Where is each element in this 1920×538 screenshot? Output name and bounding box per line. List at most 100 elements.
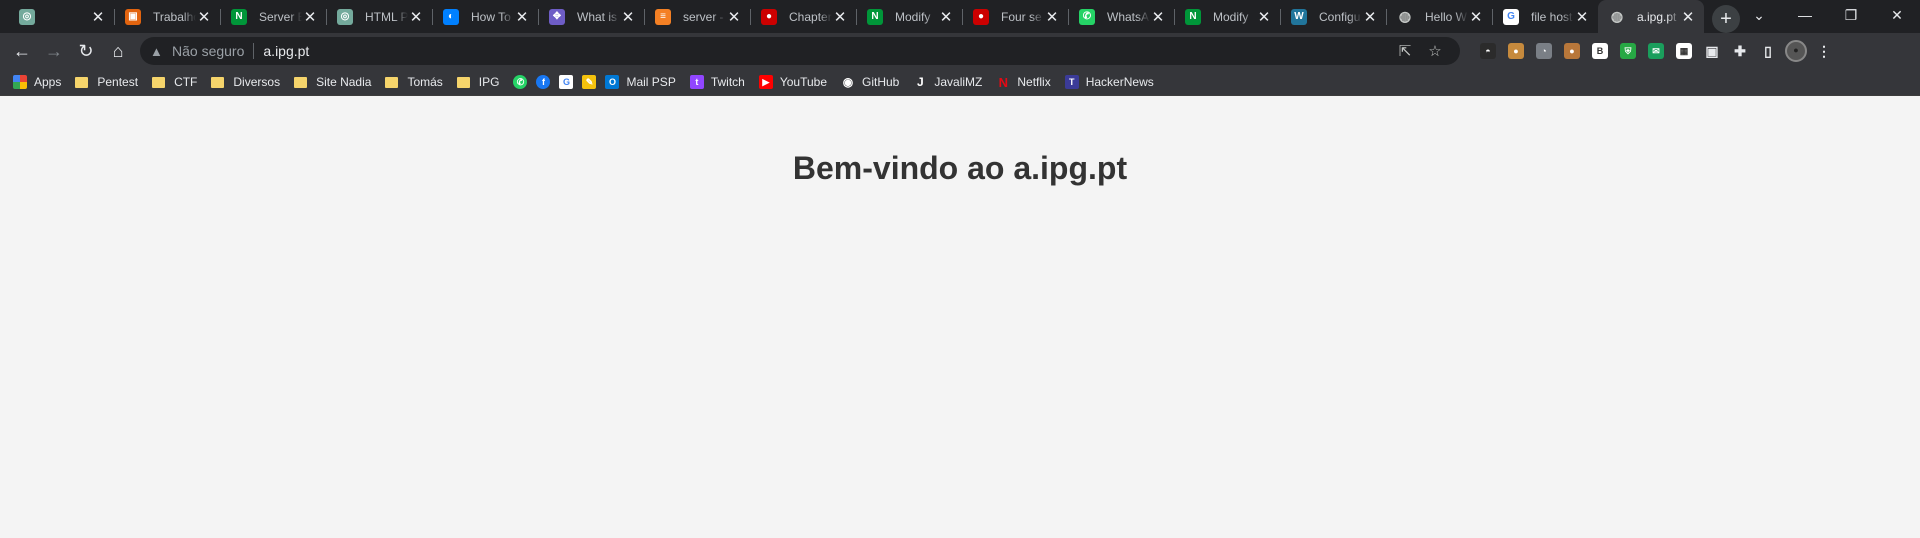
pencil-icon: ✎ — [582, 75, 597, 89]
reload-button[interactable]: ↻ — [70, 35, 102, 67]
browser-chrome: ◎ ✕ ▣ Trabalho ✕ N Server B ✕ ◎ HTML P ✕ ◐ How To ✕ ✥ W… — [0, 0, 1920, 96]
sidepanel-icon[interactable]: ▯ — [1754, 37, 1782, 65]
tab[interactable]: N Server B ✕ — [220, 0, 326, 33]
avatar-icon[interactable]: ● — [1782, 37, 1810, 65]
hat-extension-icon-glyph: ◓ — [1480, 43, 1496, 59]
close-tab-icon[interactable]: ✕ — [726, 8, 742, 26]
tab[interactable]: N Modify ✕ — [1174, 0, 1280, 33]
bookmark-label: IPG — [478, 75, 500, 89]
bookmark-javali[interactable]: J JavaliMZ — [913, 75, 982, 89]
tab-active[interactable]: ◍ a.ipg.pt ✕ — [1598, 0, 1704, 33]
cookie-extension-icon[interactable]: ● — [1502, 37, 1530, 65]
close-window-button[interactable]: ✕ — [1874, 0, 1920, 30]
bookmark-whatsapp[interactable]: ✆ — [513, 75, 528, 89]
bookmark-label: Netflix — [1017, 75, 1051, 89]
bookmark-apps[interactable]: Apps — [13, 75, 61, 89]
tab[interactable]: ◐ How To ✕ — [432, 0, 538, 33]
tab[interactable]: ● Four se ✕ — [962, 0, 1068, 33]
close-tab-icon[interactable]: ✕ — [1574, 8, 1590, 26]
wordpress-icon: W — [1291, 8, 1307, 25]
bookmark-folder[interactable]: Tomás — [385, 75, 443, 89]
bookmark-label: Apps — [34, 75, 62, 89]
close-tab-icon[interactable]: ✕ — [1150, 8, 1166, 26]
bookmark-outlook[interactable]: O Mail PSP — [605, 75, 676, 89]
bookmark-folder[interactable]: IPG — [456, 75, 500, 89]
netflix-icon: N — [998, 74, 1009, 90]
tab-list: ◎ ✕ ▣ Trabalho ✕ N Server B ✕ ◎ HTML P ✕ ◐ How To ✕ ✥ W… — [0, 0, 1704, 33]
b-extension-icon[interactable]: B — [1586, 37, 1614, 65]
bookmark-hackernews[interactable]: T HackerNews — [1064, 75, 1154, 89]
bookmark-facebook[interactable]: f — [536, 75, 551, 89]
close-tab-icon[interactable]: ✕ — [938, 8, 954, 26]
puzzle-extension-icon[interactable]: ✚ — [1726, 37, 1754, 65]
bookmark-youtube[interactable]: ▶ YouTube — [758, 75, 827, 89]
bookmark-pencil[interactable]: ✎ — [582, 75, 597, 89]
bookmark-netflix[interactable]: N Netflix — [996, 74, 1051, 90]
gauge-extension-icon[interactable]: ◔ — [1530, 37, 1558, 65]
close-tab-icon[interactable]: ✕ — [1044, 8, 1060, 26]
address-bar[interactable]: ▲ Não seguro a.ipg.pt ⇱ ☆ — [140, 37, 1460, 65]
tab[interactable]: ✥ What is ✕ — [538, 0, 644, 33]
close-tab-icon[interactable]: ✕ — [1468, 8, 1484, 26]
restore-button[interactable]: ❐ — [1828, 0, 1874, 30]
close-tab-icon[interactable]: ✕ — [302, 8, 318, 26]
menu-kebab-icon-glyph: ⋮ — [1817, 43, 1831, 59]
url-text[interactable]: a.ipg.pt — [263, 43, 309, 59]
page-heading: Bem-vindo ao a.ipg.pt — [792, 150, 1128, 186]
tabs-extension-icon[interactable]: ▣ — [1698, 37, 1726, 65]
globe-icon: ◍ — [1610, 8, 1624, 24]
cookie-extension-icon-glyph: ● — [1508, 43, 1524, 59]
bookmark-folder[interactable]: Diversos — [211, 75, 280, 89]
menu-kebab-icon[interactable]: ⋮ — [1810, 37, 1838, 65]
tab[interactable]: ▣ Trabalho ✕ — [114, 0, 220, 33]
hat-extension-icon[interactable]: ◓ — [1474, 37, 1502, 65]
back-button[interactable]: ← — [6, 35, 38, 67]
tab[interactable]: W Configu ✕ — [1280, 0, 1386, 33]
bookmark-github[interactable]: ◉ GitHub — [841, 75, 900, 89]
bookmark-folder[interactable]: CTF — [152, 75, 197, 89]
calendar-extension-icon[interactable]: ▦ — [1670, 37, 1698, 65]
close-tab-icon[interactable]: ✕ — [514, 8, 530, 26]
close-tab-icon[interactable]: ✕ — [196, 8, 212, 26]
tab[interactable]: ≡ server - ✕ — [644, 0, 750, 33]
bookmark-folder[interactable]: Pentest — [75, 75, 138, 89]
mail-extension-icon[interactable]: ✉ — [1642, 37, 1670, 65]
ticket-icon: ▣ — [125, 8, 141, 25]
outlook-icon: O — [605, 75, 620, 89]
close-tab-icon[interactable]: ✕ — [1256, 8, 1272, 26]
bookmark-google[interactable]: G — [559, 75, 574, 89]
tab[interactable]: N Modify ✕ — [856, 0, 962, 33]
tab-search-icon[interactable]: ⌄ — [1736, 0, 1782, 30]
bookmark-star-icon[interactable]: ☆ — [1420, 42, 1450, 60]
tab[interactable]: ◎ ✕ — [8, 0, 114, 33]
forward-button[interactable]: → — [38, 35, 70, 67]
bookmark-twitch[interactable]: t Twitch — [689, 75, 745, 89]
cookie2-extension-icon[interactable]: ● — [1558, 37, 1586, 65]
close-tab-icon[interactable]: ✕ — [408, 8, 424, 26]
nginx-icon: N — [231, 8, 247, 25]
home-button[interactable]: ⌂ — [102, 35, 134, 67]
tab-title: Server B — [259, 9, 302, 24]
close-tab-icon[interactable]: ✕ — [832, 8, 848, 26]
javali-icon: J — [917, 75, 924, 89]
bookmark-folder[interactable]: Site Nadia — [294, 75, 371, 89]
warning-icon[interactable]: ▲ — [150, 44, 166, 59]
close-tab-icon[interactable]: ✕ — [1362, 8, 1378, 26]
security-label[interactable]: Não seguro — [172, 43, 244, 59]
close-tab-icon[interactable]: ✕ — [1680, 8, 1696, 26]
tab[interactable]: ◍ Hello W ✕ — [1386, 0, 1492, 33]
chatgpt-icon: ◎ — [337, 8, 353, 25]
tab-strip: ◎ ✕ ▣ Trabalho ✕ N Server B ✕ ◎ HTML P ✕ ◐ How To ✕ ✥ W… — [0, 0, 1920, 33]
tab-title: Configu — [1319, 9, 1361, 24]
share-icon[interactable]: ⇱ — [1390, 42, 1420, 60]
close-tab-icon[interactable]: ✕ — [90, 8, 106, 26]
minimize-button[interactable]: — — [1782, 0, 1828, 30]
tab[interactable]: ✆ WhatsA ✕ — [1068, 0, 1174, 33]
shield-extension-icon[interactable]: ⛨ — [1614, 37, 1642, 65]
close-tab-icon[interactable]: ✕ — [620, 8, 636, 26]
tab[interactable]: ● Chapter ✕ — [750, 0, 856, 33]
tab[interactable]: Gfile host ✕ — [1492, 0, 1598, 33]
tab[interactable]: ◎ HTML P ✕ — [326, 0, 432, 33]
google-icon: G — [559, 75, 574, 89]
github-icon: ◉ — [842, 75, 854, 89]
